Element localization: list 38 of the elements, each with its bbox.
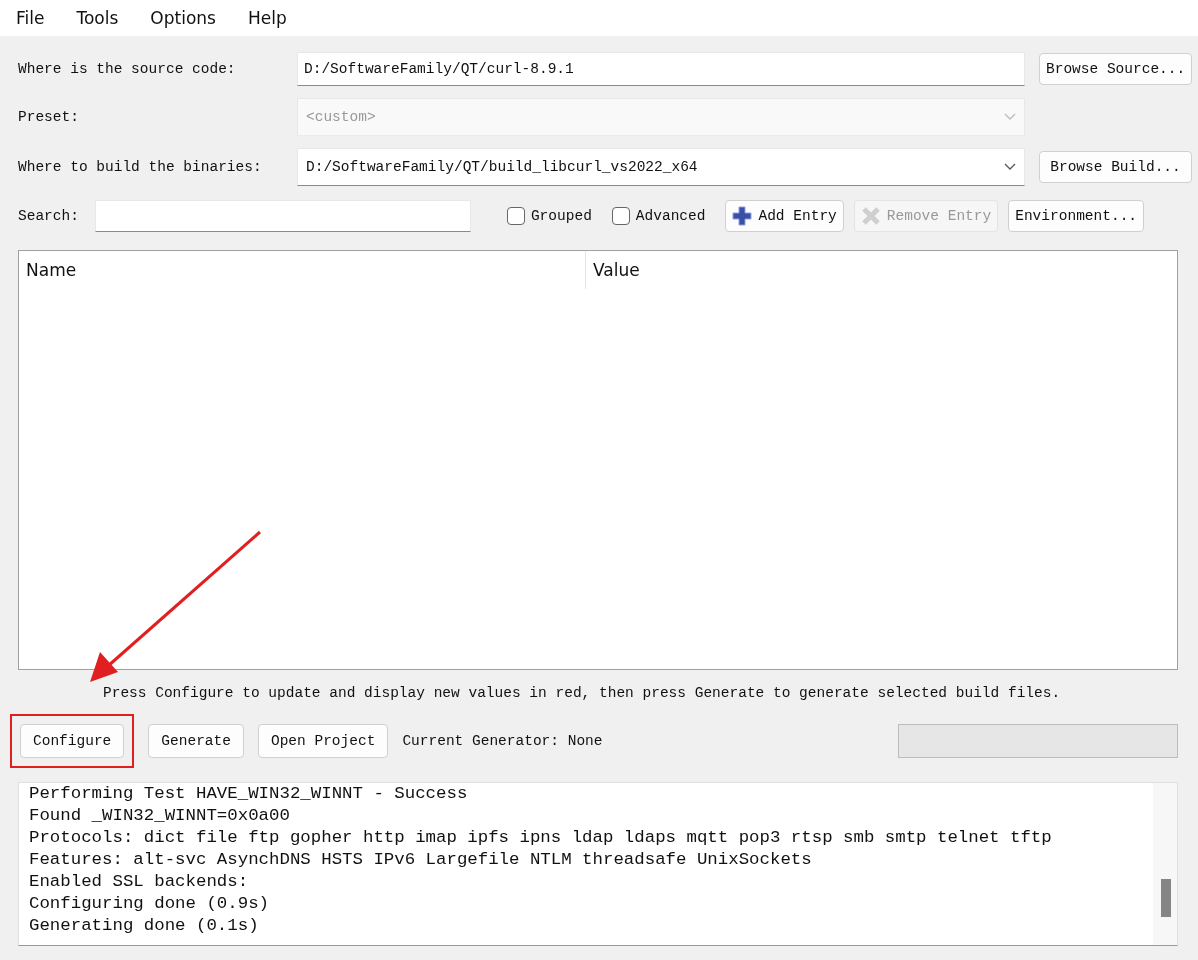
log-line: Performing Test HAVE_WIN32_WINNT - Success xyxy=(29,783,469,805)
chevron-down-icon xyxy=(1004,163,1016,171)
checkbox[interactable] xyxy=(506,207,525,225)
column-header[interactable]: Value xyxy=(586,251,640,289)
entry-button[interactable]: Add Entry xyxy=(725,200,844,232)
log-line: Enabled SSL backends: xyxy=(29,871,250,893)
checkbox[interactable] xyxy=(611,207,630,225)
field-label: Where to build the binaries: xyxy=(18,159,263,175)
entry-button[interactable]: Environment... xyxy=(1008,200,1145,232)
scrollbar[interactable] xyxy=(1153,783,1177,945)
search-label: Search: xyxy=(18,208,79,224)
checkbox-label: Advanced xyxy=(635,208,706,224)
field-label: Where is the source code: xyxy=(18,61,237,77)
log-line: Found _WIN32_WINNT=0x0a00 xyxy=(29,805,291,827)
chevron-down-icon xyxy=(1004,113,1016,121)
log-line: Configuring done (0.9s) xyxy=(29,893,271,915)
source-path-field[interactable]: D:/SoftwareFamily/QT/curl-8.9.1 xyxy=(297,52,1025,86)
x-icon xyxy=(860,206,881,226)
search-field[interactable] xyxy=(94,200,471,232)
action-button[interactable]: Configure xyxy=(20,724,125,758)
log-line: Features: alt-svc AsynchDNS HSTS IPv6 Largefile NTLM threadsafe UnixSockets xyxy=(29,849,813,871)
menu-item[interactable]: Options xyxy=(140,8,226,28)
generator-label: Current Generator: None xyxy=(402,733,603,749)
hint-text: Press Configure to update and display new values in red, then press Generate to generate selected build files. xyxy=(103,684,1061,702)
checkbox-label: Grouped xyxy=(530,208,592,224)
browse-source-button[interactable]: Browse Source... xyxy=(1039,53,1192,85)
field-label: Preset: xyxy=(18,109,80,125)
log-line: Generating done (0.1s) xyxy=(29,915,260,937)
action-button[interactable]: Generate xyxy=(148,724,244,758)
plus-icon xyxy=(732,206,753,226)
menu-item[interactable]: File xyxy=(6,8,55,28)
column-header[interactable]: Name xyxy=(19,251,586,289)
action-button[interactable]: Open Project xyxy=(257,724,389,758)
menu-item[interactable]: Help xyxy=(237,8,297,28)
build-path-dropdown[interactable]: D:/SoftwareFamily/QT/build_libcurl_vs2022_x64 xyxy=(297,148,1025,186)
browse-build-button[interactable]: Browse Build... xyxy=(1039,151,1192,183)
menu-item[interactable]: Tools xyxy=(66,8,129,28)
log-line: Protocols: dict file ftp gopher http imap ipfs ipns ldap ldaps mqtt pop3 rtsp smb smtp telnet tftp xyxy=(29,827,1053,849)
